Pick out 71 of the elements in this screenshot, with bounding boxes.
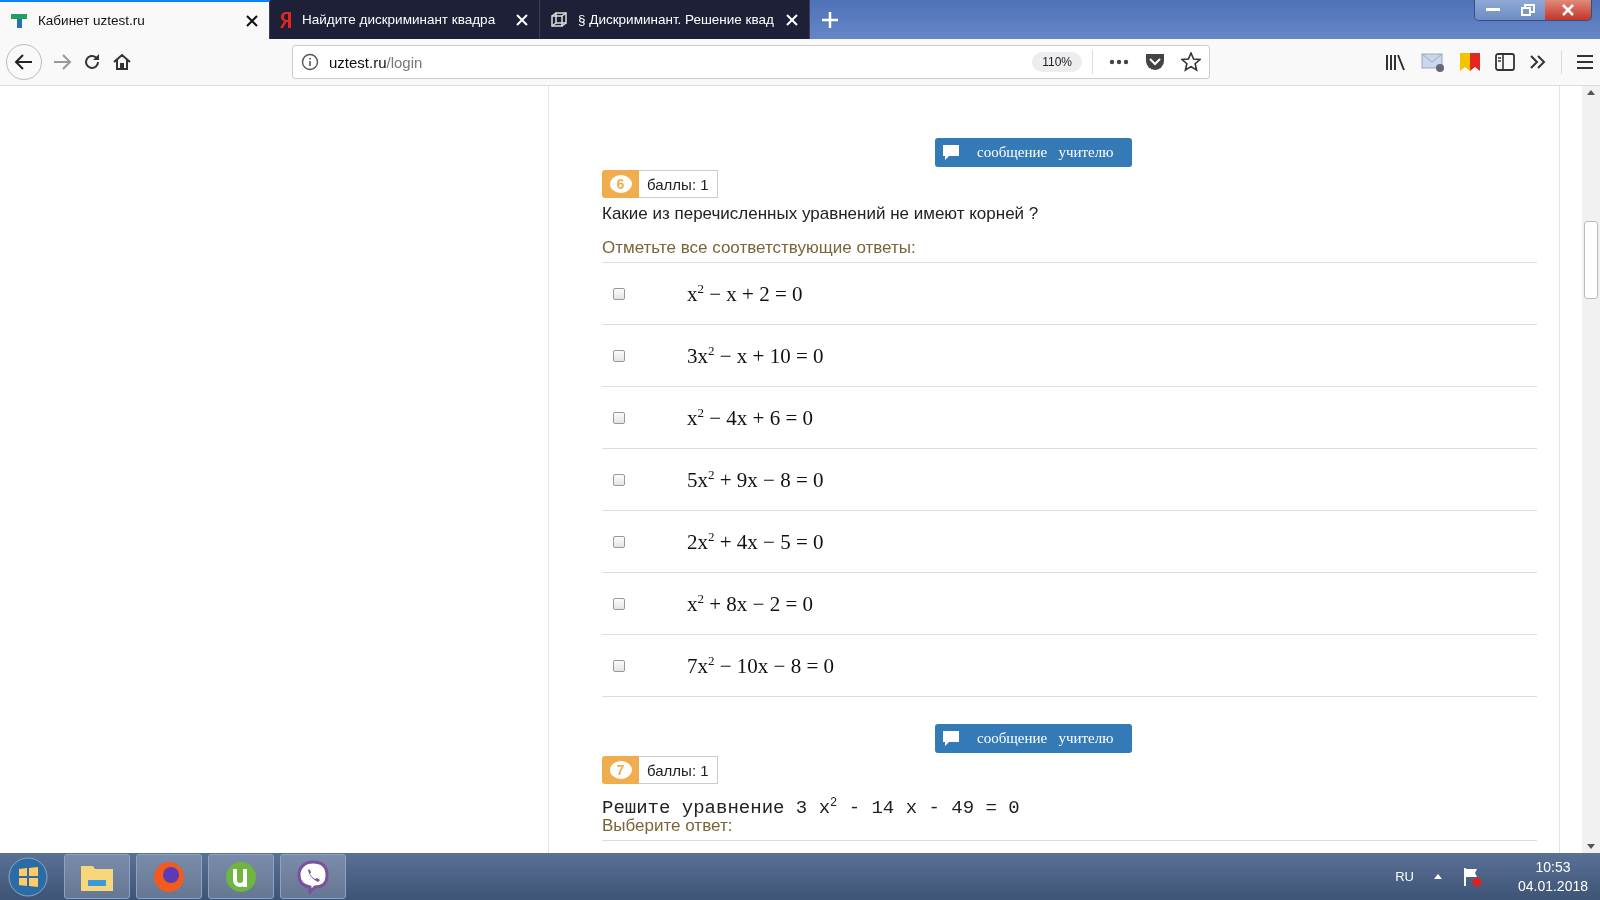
checkbox[interactable] <box>613 659 625 672</box>
zoom-level[interactable]: 110% <box>1032 52 1082 72</box>
arrow-left-icon <box>14 53 34 71</box>
browser-tab[interactable]: Кабинет uztest.ru <box>0 0 270 39</box>
answer-prompt: Отметьте все соответствующие ответы: <box>602 238 1537 263</box>
star-icon[interactable] <box>1181 52 1201 72</box>
equation: 7x$^{2}$ − 10x − 8 = 0 <box>687 652 835 679</box>
messenger-app-button[interactable] <box>280 854 346 899</box>
equation: 5x$^{2}$ + 9x − 8 = 0 <box>687 466 824 493</box>
checkbox[interactable] <box>613 287 625 300</box>
score-label: баллы: 1 <box>639 170 718 198</box>
language-indicator[interactable]: RU <box>1395 869 1414 884</box>
question-number: 7 <box>602 756 639 784</box>
envelope-icon[interactable] <box>1421 52 1445 72</box>
browser-tab[interactable]: Найдите дискриминант квадра <box>270 0 540 39</box>
library-icon[interactable] <box>1385 53 1407 71</box>
scroll-up-icon[interactable] <box>1587 90 1595 95</box>
start-button[interactable] <box>8 856 48 897</box>
checkbox[interactable] <box>613 411 625 424</box>
scroll-down-icon[interactable] <box>1587 844 1595 849</box>
forward-icon[interactable] <box>52 53 72 71</box>
menu-icon[interactable] <box>1576 54 1594 70</box>
cube-icon <box>550 10 568 29</box>
chevrons-icon[interactable] <box>1529 54 1547 70</box>
sidebar-icon[interactable] <box>1495 53 1515 71</box>
speech-bubble-icon <box>943 731 959 746</box>
checkbox[interactable] <box>613 349 625 362</box>
url-text: uztest.ru/login <box>329 53 424 71</box>
torrent-app-button[interactable] <box>208 854 274 899</box>
flag-icon[interactable] <box>1461 866 1482 887</box>
question-text: Решите уравнение 3 x$^{2}$ - 14 x - 49 = 0 <box>602 795 1021 816</box>
message-teacher-button[interactable]: сообщение учителю <box>935 724 1132 753</box>
site-logo-icon <box>10 11 28 30</box>
plus-icon[interactable] <box>821 10 839 29</box>
globe-logo-icon <box>152 859 186 894</box>
more-icon[interactable] <box>1109 59 1129 65</box>
browser-tab[interactable]: § Дискриминант. Решение квад <box>540 0 810 39</box>
checkbox[interactable] <box>613 473 625 486</box>
question-number: 6 <box>602 170 639 198</box>
equation: x$^{2}$ − 4x + 6 = 0 <box>687 404 814 431</box>
show-hidden-icons-icon[interactable] <box>1433 874 1442 879</box>
browser-app-button[interactable] <box>136 854 202 899</box>
close-icon[interactable] <box>1545 0 1591 20</box>
equation: x$^{2}$ − x + 2 = 0 <box>687 280 803 307</box>
clock[interactable]: 10:53 04.01.2018 <box>1517 859 1588 894</box>
close-tab-icon[interactable] <box>245 13 259 28</box>
checkbox[interactable] <box>613 597 625 610</box>
bookmark-icon[interactable] <box>1459 52 1481 72</box>
message-teacher-button[interactable]: сообщение учителю <box>935 138 1132 167</box>
speech-bubble-icon <box>943 145 959 160</box>
pocket-icon[interactable] <box>1145 53 1165 71</box>
letter-u-logo-icon <box>224 859 258 894</box>
answer-prompt: Выберите ответ: <box>602 816 1537 841</box>
restore-icon[interactable] <box>1510 0 1545 20</box>
score-label: баллы: 1 <box>639 756 718 784</box>
scrollbar-thumb[interactable] <box>1584 220 1598 299</box>
equation: 3x$^{2}$ − x + 10 = 0 <box>687 342 824 369</box>
checkbox[interactable] <box>613 535 625 548</box>
clock-date: 04.01.2018 <box>1517 878 1588 894</box>
reload-icon[interactable] <box>82 52 102 72</box>
minimize-icon[interactable] <box>1475 0 1510 20</box>
equation: x$^{2}$ + 8x − 2 = 0 <box>687 590 814 617</box>
home-icon[interactable] <box>112 52 132 72</box>
clock-time: 10:53 <box>1535 859 1571 875</box>
file-explorer-button[interactable] <box>64 854 130 899</box>
question-text: Какие из перечисленных уравнений не имеют корней ? <box>602 203 1040 225</box>
equation: 2x$^{2}$ + 4x − 5 = 0 <box>687 528 824 555</box>
letter-logo-icon <box>280 10 292 29</box>
phone-bubble-icon <box>296 859 330 894</box>
info-icon[interactable] <box>301 53 319 71</box>
address-bar[interactable]: uztest.ru/login 110% <box>292 45 1210 79</box>
